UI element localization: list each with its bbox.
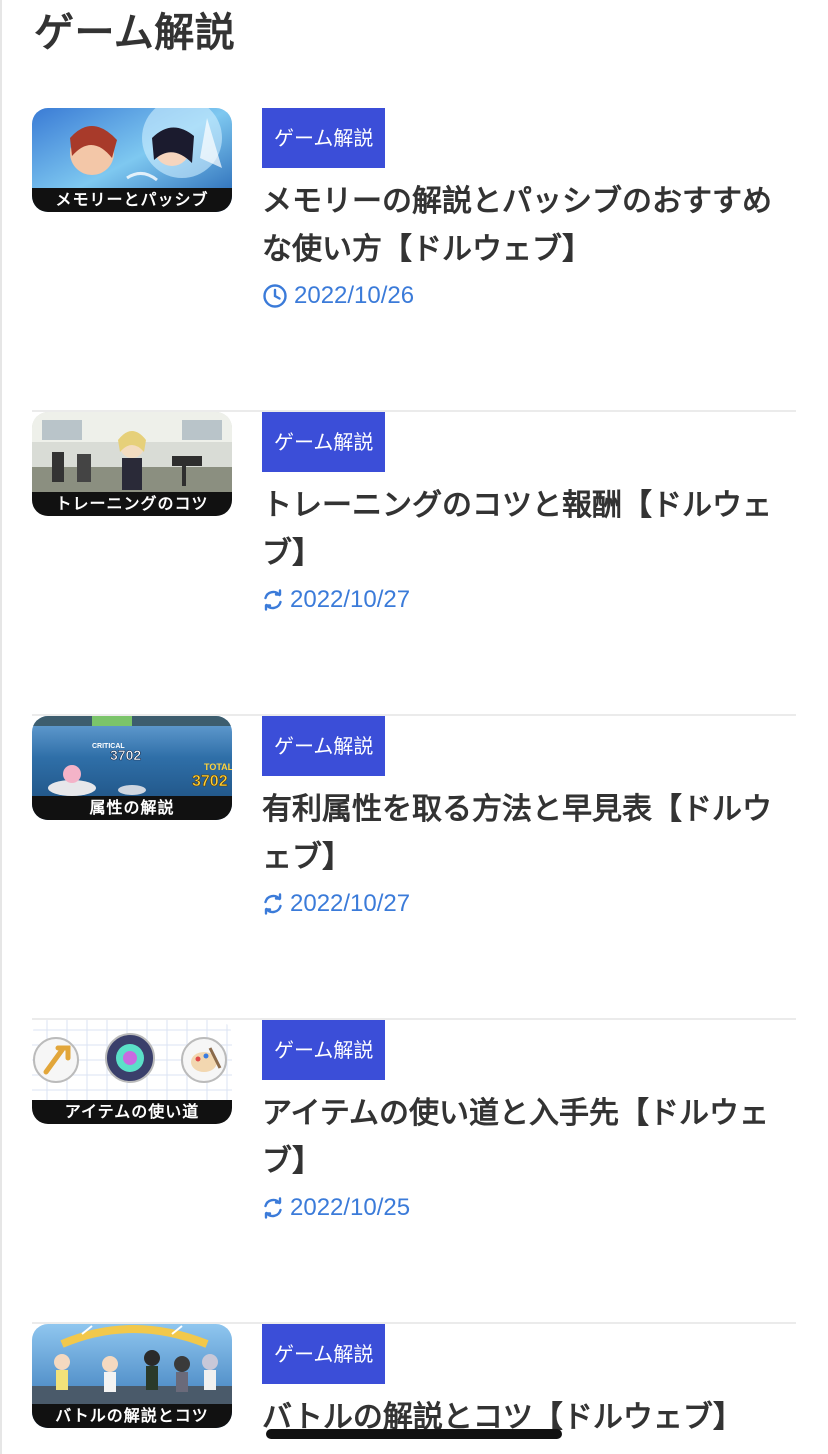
article-title[interactable]: トレーニングのコツと報酬【ドルウェブ】 bbox=[262, 482, 782, 578]
article-thumbnail[interactable]: トレーニングのコツ bbox=[32, 412, 232, 516]
refresh-icon bbox=[264, 589, 282, 611]
article-title[interactable]: メモリーの解説とパッシブのおすすめな使い方【ドルウェブ】 bbox=[262, 178, 782, 274]
total-value: 3702 bbox=[192, 773, 228, 790]
category-badge[interactable]: ゲーム解説 bbox=[262, 108, 386, 168]
page-left-border bbox=[0, 0, 2, 1454]
thumbnail-caption: バトルの解説とコツ bbox=[32, 1404, 232, 1428]
article-date: 2022/10/25 bbox=[262, 1190, 410, 1226]
article-date: 2022/10/26 bbox=[262, 278, 414, 314]
article-date: 2022/10/27 bbox=[262, 582, 410, 618]
category-badge[interactable]: ゲーム解説 bbox=[262, 1324, 386, 1384]
article-date: 2022/10/27 bbox=[262, 886, 410, 922]
category-badge[interactable]: ゲーム解説 bbox=[262, 412, 386, 472]
refresh-icon bbox=[264, 893, 282, 915]
thumbnail-caption: メモリーとパッシブ bbox=[32, 188, 232, 212]
section-title: ゲーム解説 bbox=[34, 10, 236, 56]
article-thumbnail[interactable]: アイテムの使い道 bbox=[32, 1020, 232, 1124]
clock-icon bbox=[263, 284, 287, 308]
home-indicator[interactable] bbox=[266, 1429, 562, 1439]
article-card[interactable]: アイテムの使い道 ゲーム解説 アイテムの使い道と入手先【ドルウェブ】 2022/… bbox=[32, 1020, 796, 1324]
article-title[interactable]: 有利属性を取る方法と早見表【ドルウェブ】 bbox=[262, 786, 782, 882]
thumbnail-caption: アイテムの使い道 bbox=[32, 1100, 232, 1124]
article-thumbnail[interactable]: CRITICAL 3702 TOTAL 3702 属性の解説 bbox=[32, 716, 232, 820]
article-title[interactable]: アイテムの使い道と入手先【ドルウェブ】 bbox=[262, 1090, 782, 1186]
article-thumbnail[interactable]: メモリーとパッシブ bbox=[32, 108, 232, 212]
date-text: 2022/10/25 bbox=[290, 1194, 411, 1221]
date-text: 2022/10/27 bbox=[290, 586, 411, 613]
category-badge[interactable]: ゲーム解説 bbox=[262, 1020, 386, 1080]
date-text: 2022/10/27 bbox=[290, 890, 411, 917]
critical-value: 3702 bbox=[110, 747, 141, 763]
category-badge[interactable]: ゲーム解説 bbox=[262, 716, 386, 776]
thumbnail-caption: 属性の解説 bbox=[32, 796, 232, 820]
refresh-icon bbox=[264, 1197, 282, 1219]
thumbnail-caption: トレーニングのコツ bbox=[32, 492, 232, 516]
total-label: TOTAL bbox=[204, 762, 232, 772]
date-text: 2022/10/26 bbox=[294, 282, 415, 309]
article-card[interactable]: CRITICAL 3702 TOTAL 3702 属性の解説 ゲーム解説 有利属… bbox=[32, 716, 796, 1020]
article-thumbnail[interactable]: バトルの解説とコツ bbox=[32, 1324, 232, 1428]
article-card[interactable]: トレーニングのコツ ゲーム解説 トレーニングのコツと報酬【ドルウェブ】 2022… bbox=[32, 412, 796, 716]
article-card[interactable]: メモリーとパッシブ ゲーム解説 メモリーの解説とパッシブのおすすめな使い方【ドル… bbox=[32, 108, 796, 412]
